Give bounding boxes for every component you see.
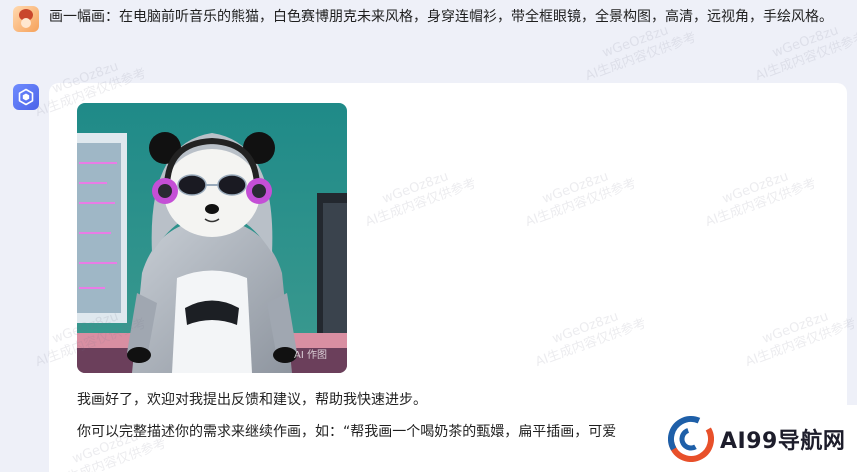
- bot-avatar-icon: [13, 84, 39, 110]
- user-message: 画一幅画：在电脑前听音乐的熊猫，白色赛博朋克未来风格，身穿连帽衫，带全框眼镜，全…: [13, 6, 853, 32]
- generated-image[interactable]: AI 作图: [77, 103, 347, 373]
- ai-image-tag: AI 作图: [294, 350, 327, 361]
- brand-badge[interactable]: AI99导航网: [660, 405, 857, 472]
- reply-text-1: 我画好了，欢迎对我提出反馈和建议，帮助我快速进步。: [77, 392, 427, 408]
- panda-illustration: [77, 103, 347, 373]
- reply-text-2: 你可以完整描述你的需求来继续作画，如：“帮我画一个喝奶茶的甄嬛，扁平插画，可爱: [77, 424, 617, 440]
- user-message-text: 画一幅画：在电脑前听音乐的熊猫，白色赛博朋克未来风格，身穿连帽衫，带全框眼镜，全…: [49, 9, 833, 25]
- cube-logo-icon: [18, 88, 34, 106]
- brand-name: AI99导航网: [720, 428, 846, 454]
- user-avatar-icon[interactable]: [13, 6, 39, 32]
- brand-swirl-icon: [668, 415, 714, 462]
